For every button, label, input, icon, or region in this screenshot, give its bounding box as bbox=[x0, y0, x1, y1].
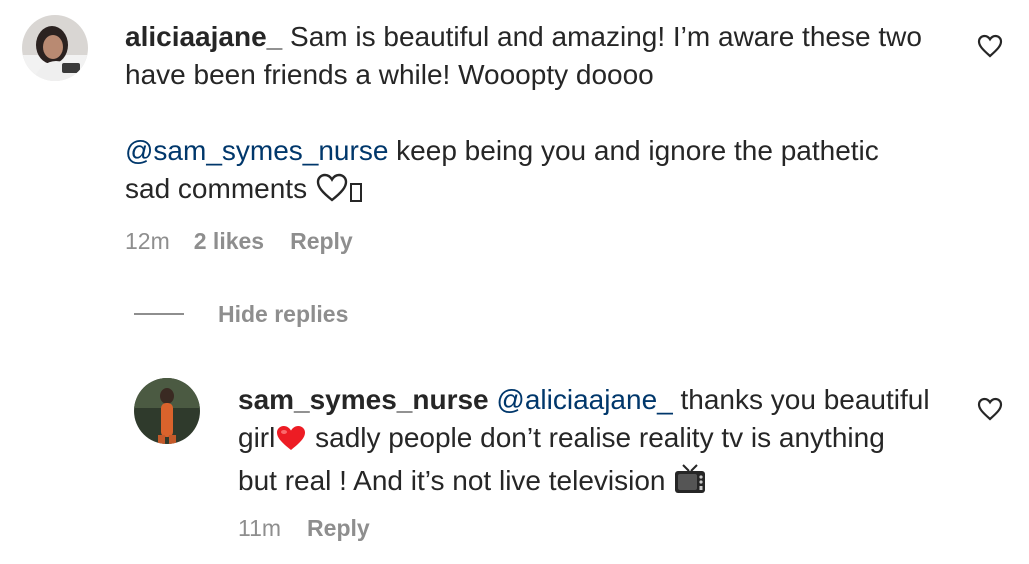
divider bbox=[134, 313, 184, 315]
reply-button[interactable]: Reply bbox=[290, 228, 353, 255]
hide-replies-button[interactable]: Hide replies bbox=[134, 298, 348, 330]
reply-meta: 11m Reply bbox=[238, 515, 370, 542]
comment-meta: 12m 2 likes Reply bbox=[125, 228, 353, 255]
reply-body: sam_symes_nurse @aliciaajane_ thanks you… bbox=[238, 381, 958, 505]
reply-timestamp: 11m bbox=[238, 515, 282, 541]
comment-username[interactable]: aliciaajane_ bbox=[125, 21, 282, 52]
avatar[interactable] bbox=[134, 378, 200, 444]
comment-body: aliciaajane_ Sam is beautiful and amazin… bbox=[125, 18, 955, 213]
reply-text: girl bbox=[238, 422, 276, 453]
heart-outline-icon[interactable] bbox=[976, 395, 1004, 423]
reply-text: thanks you beautiful bbox=[672, 384, 930, 415]
comment-timestamp: 12m bbox=[125, 228, 170, 254]
mention-link[interactable]: @sam_symes_nurse bbox=[125, 135, 388, 166]
reply-text: sadly people don’t realise reality tv is… bbox=[307, 422, 885, 453]
reply-text: but real ! And it’s not live television bbox=[238, 465, 674, 496]
television-emoji-icon bbox=[673, 463, 707, 505]
comment-text: keep being you and ignore the pathetic bbox=[388, 135, 879, 166]
hide-replies-label: Hide replies bbox=[218, 300, 349, 327]
comment-text: sad comments bbox=[125, 173, 315, 204]
unknown-glyph-icon bbox=[349, 175, 363, 213]
comment-text: Sam is beautiful and amazing! I’m aware … bbox=[282, 21, 922, 52]
mention-link[interactable]: @aliciaajane_ bbox=[496, 384, 672, 415]
reply-username[interactable]: sam_symes_nurse bbox=[238, 384, 489, 415]
reply-button[interactable]: Reply bbox=[307, 515, 370, 542]
likes-count[interactable]: 2 likes bbox=[194, 228, 264, 255]
red-heart-emoji-icon bbox=[275, 424, 307, 462]
avatar[interactable] bbox=[22, 15, 88, 81]
heart-outline-emoji-icon bbox=[315, 173, 349, 213]
heart-outline-icon[interactable] bbox=[976, 32, 1004, 60]
comment-text: have been friends a while! Wooopty doooo bbox=[125, 59, 654, 90]
